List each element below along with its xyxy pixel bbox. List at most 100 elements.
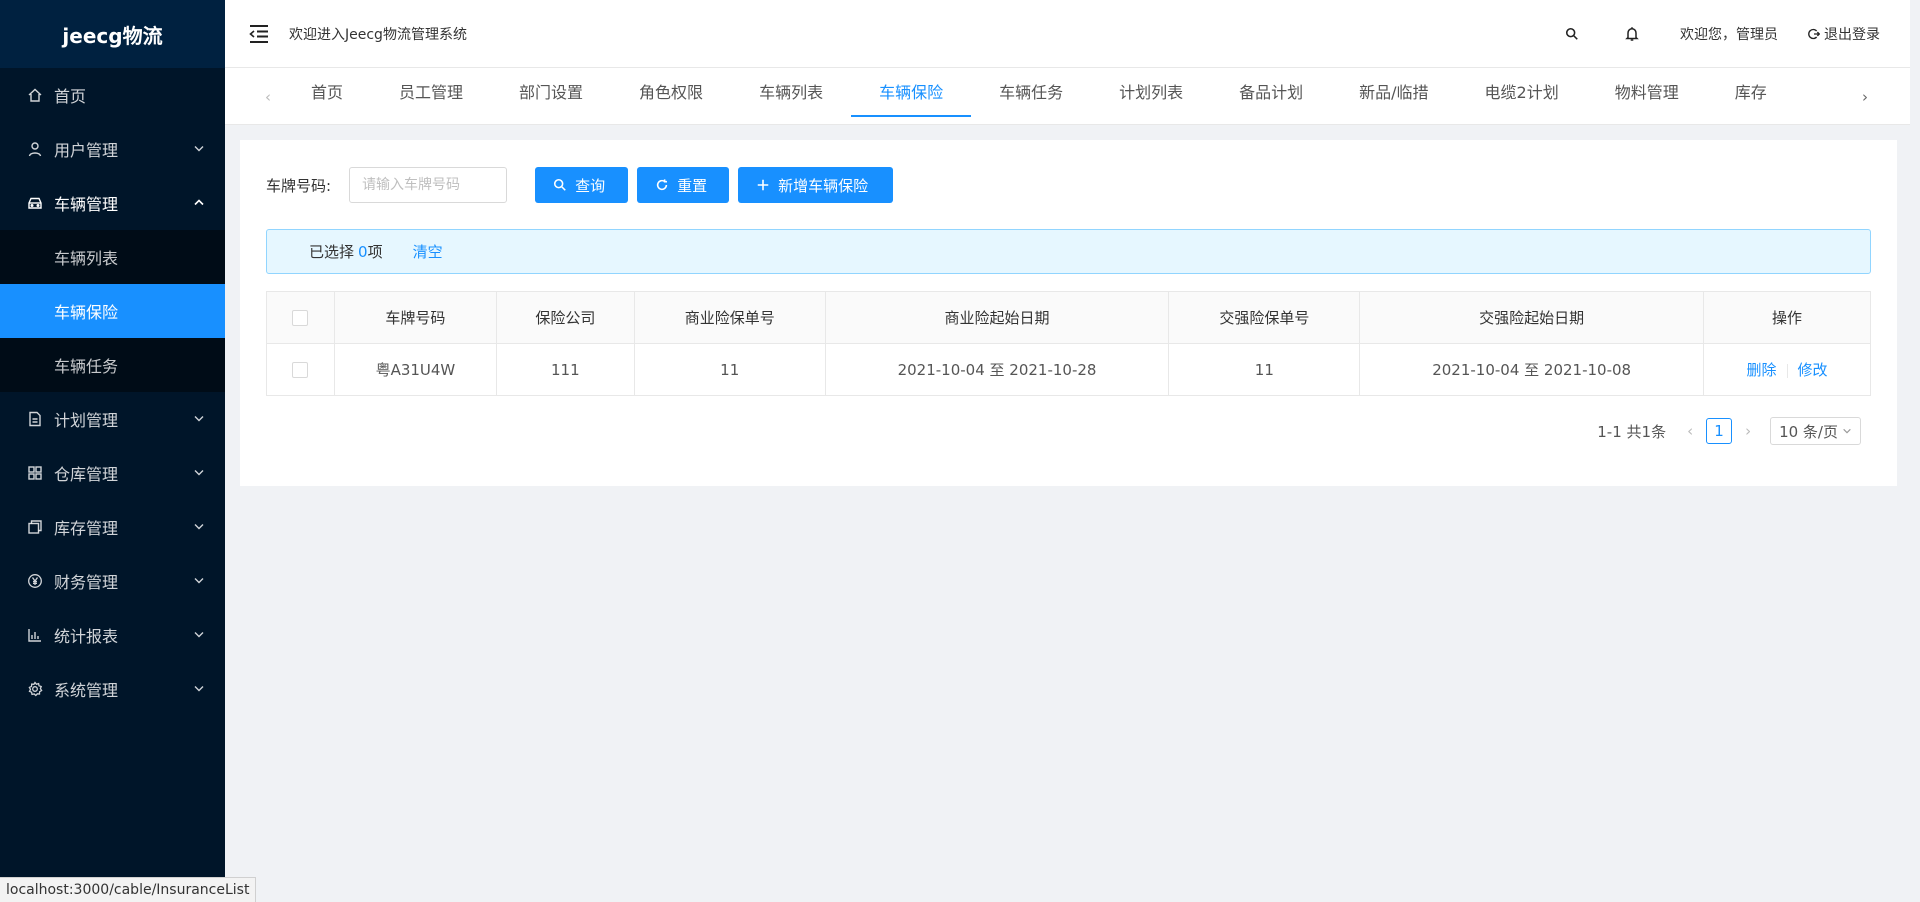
- selection-prefix: 已选择: [309, 243, 355, 261]
- next-page-icon[interactable]: ›: [1736, 422, 1760, 440]
- cell-company: 111: [495, 343, 635, 396]
- logout-label: 退出登录: [1824, 27, 1880, 43]
- query-button[interactable]: 查询: [535, 167, 629, 203]
- chevron-up-icon: [193, 194, 205, 213]
- sidebar-item-vehicle-management[interactable]: 车辆管理: [0, 176, 225, 230]
- column-header[interactable]: 交强险起始日期: [1359, 291, 1705, 344]
- sidebar-item-warehouse-management[interactable]: 仓库管理: [0, 446, 225, 500]
- delete-link[interactable]: 删除: [1747, 361, 1777, 379]
- tab-employee-management[interactable]: 员工管理: [371, 68, 491, 125]
- bell-icon[interactable]: [1622, 24, 1642, 44]
- tab-plan-list[interactable]: 计划列表: [1091, 68, 1211, 125]
- sidebar-item-vehicle-insurance[interactable]: 车辆保险: [0, 284, 225, 338]
- tab-material-management[interactable]: 物料管理: [1587, 68, 1707, 125]
- tab-vehicle-insurance[interactable]: 车辆保险: [851, 68, 972, 125]
- tab-inventory[interactable]: 库存: [1707, 68, 1795, 125]
- pagination-total: 1-1 共1条: [1597, 422, 1667, 441]
- user-icon: [26, 140, 44, 158]
- tab-vehicle-list[interactable]: 车辆列表: [731, 68, 851, 125]
- sidebar-item-label: 系统管理: [54, 681, 119, 700]
- content-card: 车牌号码: 查询 重置 新增车辆保险 已选择 0 项 清空 车牌号码: [240, 140, 1897, 486]
- menu-fold-icon[interactable]: [245, 20, 273, 48]
- sidebar-item-inventory-management[interactable]: 库存管理: [0, 500, 225, 554]
- plate-number-label: 车牌号码:: [266, 176, 332, 195]
- cell-compulsory-dates: 2021-10-04 至 2021-10-08: [1359, 343, 1705, 396]
- browser-status-url: localhost:3000/cable/InsuranceList: [0, 877, 257, 902]
- logout-button[interactable]: 退出登录: [1808, 24, 1880, 44]
- sidebar-item-system-management[interactable]: 系统管理: [0, 662, 225, 716]
- clear-selection-link[interactable]: 清空: [413, 241, 443, 262]
- tab-spare-plan[interactable]: 备品计划: [1211, 68, 1331, 125]
- column-header[interactable]: 保险公司: [495, 291, 635, 344]
- selection-suffix: 项: [367, 243, 383, 261]
- chevron-down-icon: [193, 680, 205, 699]
- tabs-prev-arrow-icon[interactable]: ‹: [253, 68, 283, 125]
- car-icon: [26, 194, 44, 212]
- column-header[interactable]: 商业险起始日期: [824, 291, 1170, 344]
- chevron-down-icon: [193, 410, 205, 429]
- yen-icon: [26, 572, 44, 590]
- tab-department-settings[interactable]: 部门设置: [491, 68, 611, 125]
- sidebar-item-statistics-report[interactable]: 统计报表: [0, 608, 225, 662]
- tab-list: 首页 员工管理 部门设置 角色权限 车辆列表 车辆保险 车辆任务 计划列表 备品计划 新品/临措电…: [283, 68, 1850, 125]
- selection-count: 0: [358, 242, 368, 261]
- add-insurance-button[interactable]: 新增车辆保险: [738, 167, 894, 203]
- sidebar: jeecg物流 首页 用户管理 车辆管理 车辆列表 车辆保险 车辆任务 计划管理…: [0, 0, 225, 902]
- logout-icon: [1808, 28, 1820, 40]
- select-all-checkbox[interactable]: [292, 310, 309, 326]
- reload-icon: [656, 179, 668, 191]
- tab-home[interactable]: 首页: [283, 68, 371, 125]
- chevron-down-icon: [1843, 428, 1851, 434]
- page-number-current[interactable]: 1: [1706, 418, 1733, 444]
- row-checkbox[interactable]: [292, 362, 309, 378]
- bar-chart-icon: [26, 626, 44, 644]
- tab-new-product[interactable]: 新品/临措: [1331, 68, 1456, 125]
- plus-icon: [757, 179, 769, 191]
- app-logo[interactable]: jeecg物流: [0, 0, 225, 68]
- search-form: 车牌号码: 查询 重置 新增车辆保险: [266, 167, 894, 203]
- sidebar-item-home[interactable]: 首页: [0, 68, 225, 122]
- sidebar-item-label: 用户管理: [54, 141, 119, 160]
- vehicle-submenu: 车辆列表 车辆保险 车辆任务: [0, 230, 225, 392]
- search-icon[interactable]: [1562, 24, 1582, 44]
- sidebar-item-plan-management[interactable]: 计划管理: [0, 392, 225, 446]
- sidebar-item-finance-management[interactable]: 财务管理: [0, 554, 225, 608]
- add-button-label: 新增车辆保险: [778, 176, 869, 195]
- table-header-row: 车牌号码 保险公司 商业险保单号 商业险起始日期 交强险保单号 交强险起始日期 …: [266, 291, 1871, 344]
- header-actions: 欢迎您，管理员 退出登录: [1562, 0, 1880, 68]
- page-tabs: ‹ 首页 员工管理 部门设置 角色权限 车辆列表 车辆保险 车辆任务 计划列表 备品计划 新品/临…: [225, 68, 1910, 125]
- welcome-user[interactable]: 欢迎您，管理员: [1680, 24, 1778, 44]
- column-header[interactable]: 车牌号码: [333, 291, 497, 344]
- chevron-down-icon: [193, 518, 205, 537]
- grid-icon: [26, 464, 44, 482]
- column-header[interactable]: 交强险保单号: [1168, 291, 1361, 344]
- sidebar-item-label: 车辆管理: [54, 195, 119, 214]
- sidebar-item-label: 仓库管理: [54, 465, 119, 484]
- sidebar-item-label: 财务管理: [54, 573, 119, 592]
- plate-number-input[interactable]: [349, 167, 508, 203]
- column-header[interactable]: 商业险保单号: [633, 291, 826, 344]
- top-header: 欢迎进入Jeecg物流管理系统 欢迎您，管理员 退出登录: [225, 0, 1910, 68]
- table-row: 粤A31U4W 111 11 2021-10-04 至 2021-10-28 1…: [266, 343, 1871, 396]
- tab-role-permissions[interactable]: 角色权限: [611, 68, 731, 125]
- page-size-select[interactable]: 10 条/页: [1770, 417, 1861, 445]
- home-icon: [26, 86, 44, 104]
- sidebar-item-label: 计划管理: [54, 411, 119, 430]
- chevron-down-icon: [193, 572, 205, 591]
- tab-cable2-plan[interactable]: 电缆2计划: [1457, 68, 1587, 125]
- page-size-value: 10 条/页: [1779, 422, 1838, 441]
- select-all-cell: [266, 291, 335, 344]
- copy-icon: [26, 518, 44, 536]
- sidebar-item-user-management[interactable]: 用户管理: [0, 122, 225, 176]
- prev-page-icon[interactable]: ‹: [1678, 422, 1702, 440]
- query-button-label: 查询: [575, 176, 606, 195]
- column-header: 操作: [1703, 291, 1871, 344]
- sidebar-item-label: 首页: [54, 87, 87, 106]
- sidebar-item-vehicle-list[interactable]: 车辆列表: [0, 230, 225, 284]
- tabs-next-arrow-icon[interactable]: ›: [1850, 68, 1880, 125]
- pagination: 1-1 共1条 ‹ 1 › 10 条/页: [1597, 417, 1861, 445]
- edit-link[interactable]: 修改: [1798, 361, 1828, 379]
- reset-button[interactable]: 重置: [637, 167, 730, 203]
- tab-vehicle-task[interactable]: 车辆任务: [971, 68, 1091, 125]
- sidebar-item-vehicle-task[interactable]: 车辆任务: [0, 338, 225, 392]
